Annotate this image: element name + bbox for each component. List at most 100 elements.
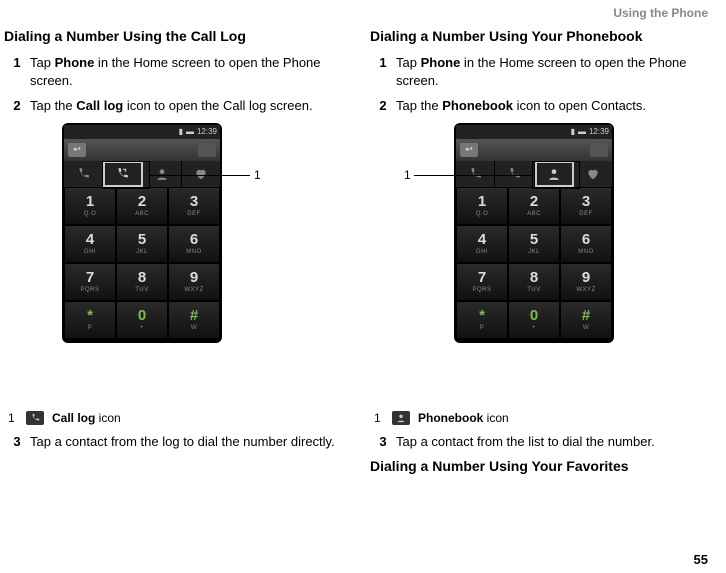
key-digit: 7 bbox=[86, 270, 94, 285]
key-letters: ABC bbox=[135, 211, 149, 217]
step-text-pre: Tap the bbox=[30, 98, 76, 113]
key-2[interactable]: 2 ABC bbox=[508, 187, 560, 225]
key-7[interactable]: 7 PQRS bbox=[456, 263, 508, 301]
step-text-bold: Phonebook bbox=[442, 98, 513, 113]
key-hash[interactable]: #W bbox=[168, 301, 220, 339]
step-text-pre: Tap the bbox=[396, 98, 442, 113]
key-9[interactable]: 9WXYZ bbox=[560, 263, 612, 301]
clock: 12:39 bbox=[589, 127, 609, 136]
key-0[interactable]: 0+ bbox=[116, 301, 168, 339]
step-text-post: icon to open the Call log screen. bbox=[123, 98, 312, 113]
right-figure: ▮ ▬ 12:39 ↩ 1 Q.O bbox=[404, 123, 716, 403]
key-star[interactable]: *P bbox=[64, 301, 116, 339]
key-digit: 0 bbox=[138, 308, 146, 323]
phone-top-bar: ↩ bbox=[456, 139, 612, 161]
step-number: 3 bbox=[4, 433, 30, 451]
key-letters: PQRS bbox=[80, 287, 99, 293]
callout-label: 1 bbox=[254, 168, 261, 182]
key-letters: WXYZ bbox=[576, 287, 595, 293]
key-letters: DEF bbox=[579, 211, 593, 217]
clear-icon[interactable] bbox=[590, 143, 608, 157]
legend-post: icon bbox=[95, 411, 120, 425]
key-5[interactable]: 5JKL bbox=[508, 225, 560, 263]
key-4[interactable]: 4 GHI bbox=[456, 225, 508, 263]
battery-icon: ▬ bbox=[578, 127, 586, 136]
left-figure: ▮ ▬ 12:39 ↩ 1 Q.O bbox=[38, 123, 350, 403]
keypad: 1 Q.O 2 ABC 3DEF 4 GHI 5JKL 6 MNO 7 PQRS 8TUV… bbox=[456, 187, 612, 339]
key-letters: ABC bbox=[527, 211, 541, 217]
key-digit: * bbox=[479, 308, 485, 323]
call-log-icon bbox=[26, 411, 44, 425]
tab-dialer[interactable] bbox=[456, 161, 495, 187]
key-2[interactable]: 2ABC bbox=[116, 187, 168, 225]
clock: 12:39 bbox=[197, 127, 217, 136]
right-step-3: 3 Tap a contact from the list to dial th… bbox=[370, 433, 716, 451]
tab-dialer[interactable] bbox=[64, 161, 103, 187]
key-8[interactable]: 8TUV bbox=[508, 263, 560, 301]
legend-number: 1 bbox=[8, 411, 18, 425]
key-letters: P bbox=[480, 325, 485, 331]
key-star[interactable]: *P bbox=[456, 301, 508, 339]
right-step-2: 2 Tap the Phonebook icon to open Contact… bbox=[370, 97, 716, 115]
tab-favorites[interactable] bbox=[182, 161, 220, 187]
key-letters: + bbox=[140, 325, 144, 331]
clear-icon[interactable] bbox=[198, 143, 216, 157]
key-hash[interactable]: #W bbox=[560, 301, 612, 339]
step-text-bold: Phone bbox=[421, 55, 461, 70]
left-step-2: 2 Tap the Call log icon to open the Call… bbox=[4, 97, 350, 115]
key-0[interactable]: 0+ bbox=[508, 301, 560, 339]
key-4[interactable]: 4GHI bbox=[64, 225, 116, 263]
key-6[interactable]: 6MNO bbox=[168, 225, 220, 263]
key-digit: 0 bbox=[530, 308, 538, 323]
status-bar: ▮ ▬ 12:39 bbox=[64, 125, 220, 139]
key-7[interactable]: 7 PQRS bbox=[64, 263, 116, 301]
key-1[interactable]: 1 Q.O bbox=[64, 187, 116, 225]
key-letters: PQRS bbox=[472, 287, 491, 293]
key-letters: WXYZ bbox=[184, 287, 203, 293]
key-letters: TUV bbox=[527, 287, 541, 293]
key-letters: P bbox=[88, 325, 93, 331]
key-digit: 1 bbox=[86, 194, 94, 209]
key-1[interactable]: 1 Q.O bbox=[456, 187, 508, 225]
back-icon[interactable]: ↩ bbox=[68, 143, 86, 157]
legend-number: 1 bbox=[374, 411, 384, 425]
signal-icon: ▮ bbox=[179, 127, 183, 136]
step-text-bold: Phone bbox=[55, 55, 95, 70]
key-digit: 6 bbox=[190, 232, 198, 247]
key-letters: MNO bbox=[578, 249, 594, 255]
key-digit: 6 bbox=[582, 232, 590, 247]
key-digit: 4 bbox=[478, 232, 486, 247]
key-5[interactable]: 5JKL bbox=[116, 225, 168, 263]
key-8[interactable]: 8TUV bbox=[116, 263, 168, 301]
key-letters: W bbox=[583, 325, 589, 331]
step-text: Tap Phone in the Home screen to open the… bbox=[396, 54, 716, 89]
step-text: Tap the Call log icon to open the Call l… bbox=[30, 97, 350, 115]
key-3[interactable]: 3DEF bbox=[560, 187, 612, 225]
status-bar: ▮ ▬ 12:39 bbox=[456, 125, 612, 139]
key-digit: 7 bbox=[478, 270, 486, 285]
key-letters: Q.O bbox=[476, 211, 489, 217]
key-letters: GHI bbox=[476, 249, 488, 255]
step-text-post: icon to open Contacts. bbox=[513, 98, 646, 113]
key-digit: 2 bbox=[530, 194, 538, 209]
battery-icon: ▬ bbox=[186, 127, 194, 136]
page-section-header: Using the Phone bbox=[613, 6, 708, 20]
step-text-pre: Tap bbox=[30, 55, 55, 70]
step-text: Tap a contact from the list to dial the … bbox=[396, 433, 716, 451]
tab-call-log[interactable] bbox=[495, 161, 534, 187]
right-legend: 1 Phonebook icon bbox=[374, 411, 716, 425]
legend-post: icon bbox=[483, 411, 508, 425]
key-6[interactable]: 6 MNO bbox=[560, 225, 612, 263]
right-column: Dialing a Number Using Your Phonebook 1 … bbox=[370, 28, 716, 484]
back-icon[interactable]: ↩ bbox=[460, 143, 478, 157]
step-text: Tap Phone in the Home screen to open the… bbox=[30, 54, 350, 89]
key-3[interactable]: 3DEF bbox=[168, 187, 220, 225]
key-9[interactable]: 9WXYZ bbox=[168, 263, 220, 301]
step-text: Tap a contact from the log to dial the n… bbox=[30, 433, 350, 451]
legend-text: Call log icon bbox=[52, 411, 121, 425]
right-step-1: 1 Tap Phone in the Home screen to open t… bbox=[370, 54, 716, 89]
key-letters: Q.O bbox=[84, 211, 97, 217]
key-digit: 1 bbox=[478, 194, 486, 209]
step-number: 2 bbox=[4, 97, 30, 115]
key-digit: # bbox=[582, 308, 590, 323]
